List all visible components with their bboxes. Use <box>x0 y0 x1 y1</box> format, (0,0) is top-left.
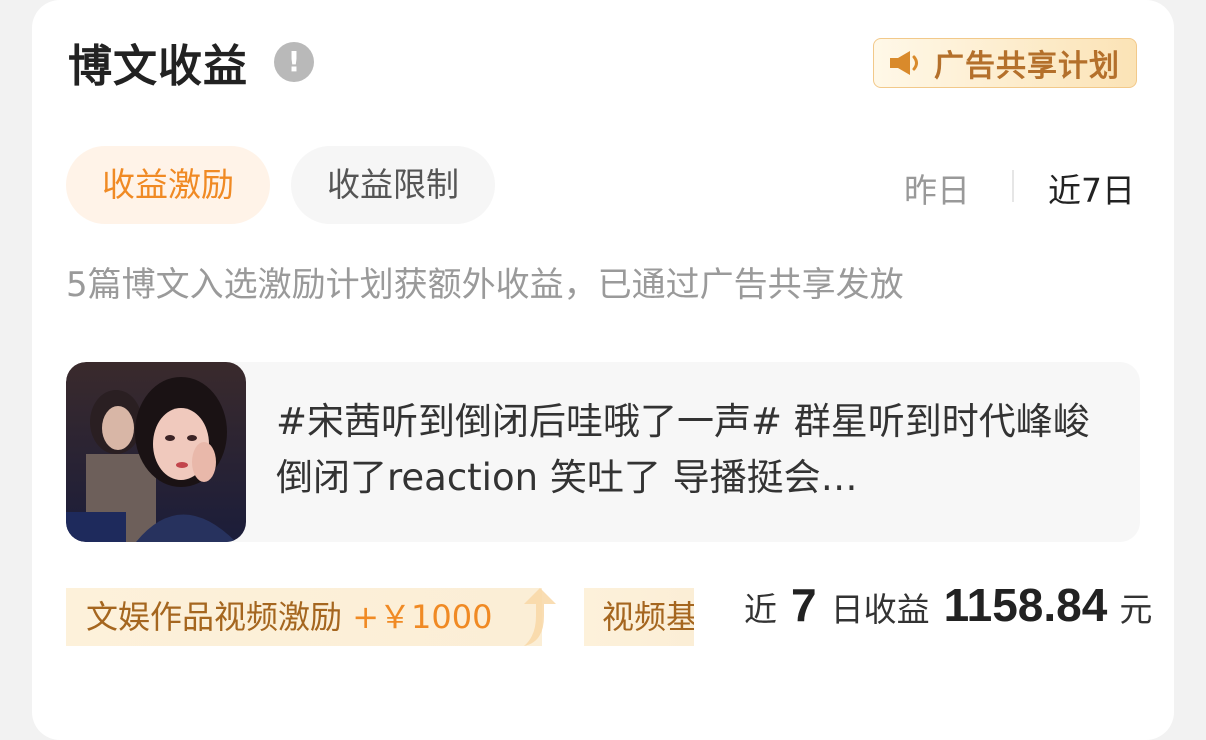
arrow-up-icon <box>524 588 556 646</box>
ad-share-plan-label: 广告共享计划 <box>934 49 1120 84</box>
earnings-prefix: 近 <box>744 590 777 629</box>
earnings-amount: 1158.84 <box>943 579 1108 631</box>
reward-amount: +￥1000 <box>352 598 493 636</box>
reward-tag-video-incentive[interactable]: 文娱作品视频激励 +￥1000 <box>66 588 542 646</box>
megaphone-icon <box>890 51 918 75</box>
ad-share-plan-button[interactable]: 广告共享计划 <box>873 38 1137 88</box>
incentive-description: 5篇博文入选激励计划获额外收益，已通过广告共享发放 <box>66 265 904 305</box>
tab-income-restriction[interactable]: 收益限制 <box>291 146 495 224</box>
earnings-unit: 元 <box>1119 590 1153 629</box>
page-title: 博文收益 <box>68 41 248 92</box>
earnings-middle: 日收益 <box>830 590 930 629</box>
reward-label: 文娱作品视频激励 <box>86 598 343 636</box>
post-card[interactable]: #宋茜听到倒闭后哇哦了一声# 群星听到时代峰峻倒闭了reaction 笑吐了 导… <box>66 362 1140 542</box>
earnings-summary: 近 7 日收益 1158.84 元 <box>744 578 1152 648</box>
post-thumbnail <box>66 362 246 542</box>
range-yesterday[interactable]: 昨日 <box>904 164 970 212</box>
reward-tag-video-basic[interactable]: 视频基 <box>584 588 694 646</box>
tab-income-incentive[interactable]: 收益激励 <box>66 146 270 224</box>
scroll-fade <box>694 580 730 652</box>
post-text: #宋茜听到倒闭后哇哦了一声# 群星听到时代峰峻倒闭了reaction 笑吐了 导… <box>276 400 1090 499</box>
info-icon[interactable]: ! <box>274 42 314 82</box>
earnings-days: 7 <box>791 579 817 631</box>
range-last-7-days[interactable]: 近7日 <box>1048 164 1135 212</box>
range-divider <box>1012 170 1014 202</box>
